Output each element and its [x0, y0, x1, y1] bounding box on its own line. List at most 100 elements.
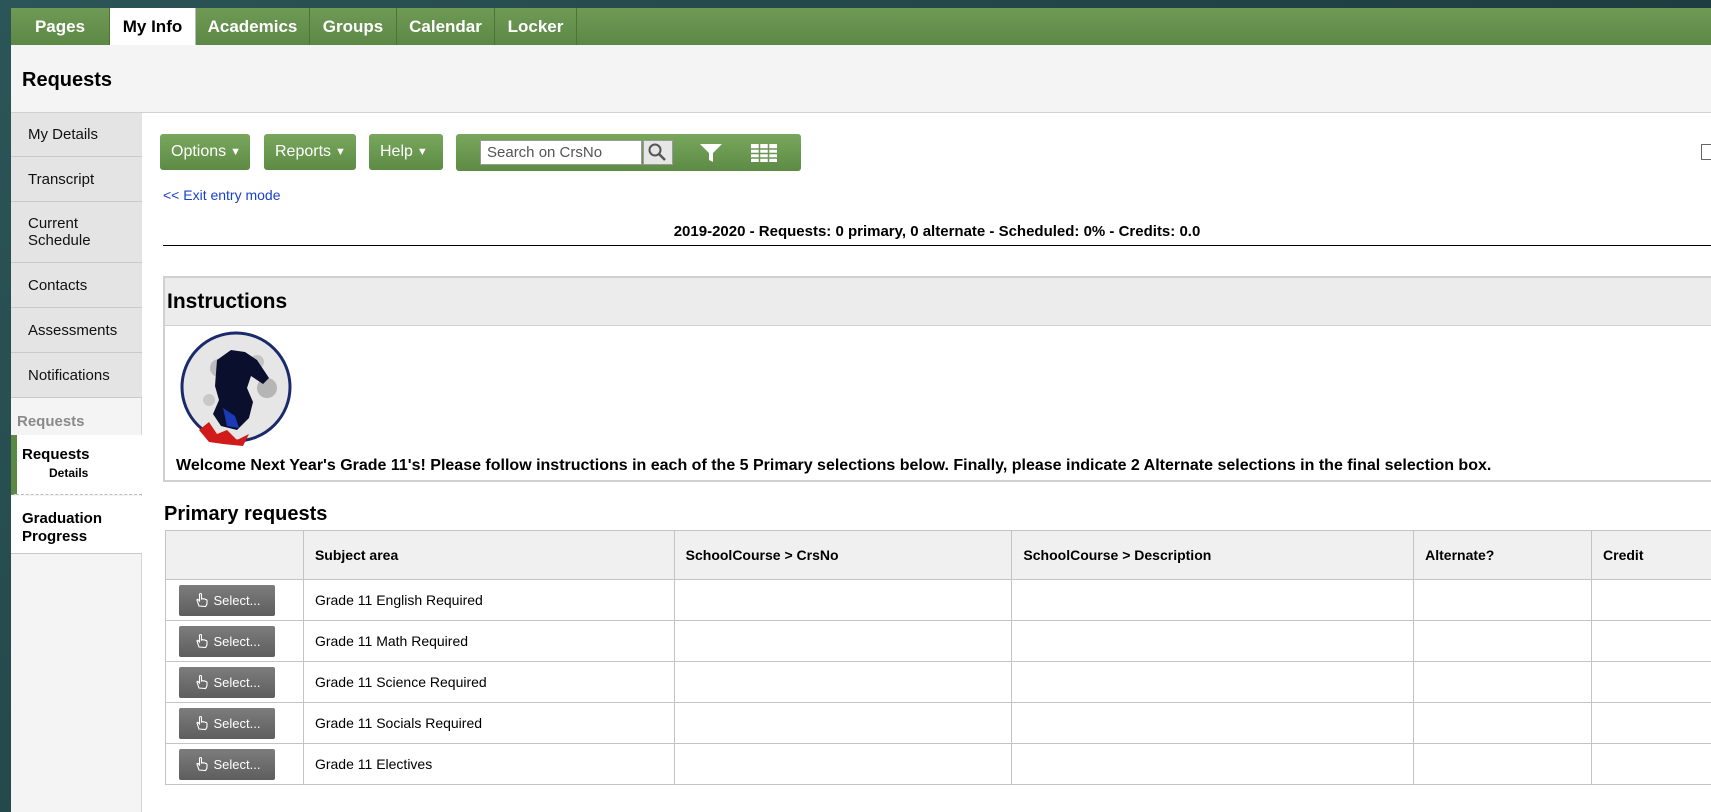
sidebar-item-notifications[interactable]: Notifications [11, 353, 142, 398]
select-button[interactable]: Select... [179, 748, 275, 780]
alternate-cell [1413, 579, 1593, 621]
sidebar-item-label: Requests [22, 446, 90, 463]
grid-icon [751, 144, 777, 162]
select-cell: Select... [165, 702, 304, 744]
sidebar-item-label: Assessments [28, 322, 118, 339]
filter-button[interactable] [696, 141, 726, 165]
column-header-credit[interactable]: Credit [1591, 530, 1711, 580]
tab-calendar[interactable]: Calendar [397, 8, 495, 45]
sidebar-item-transcript[interactable]: Transcript [11, 157, 142, 202]
options-label: Options [171, 143, 227, 160]
caret-down-icon: ▼ [230, 146, 242, 158]
select-cell: Select... [165, 661, 304, 703]
hand-pointer-icon [195, 715, 208, 730]
select-cell: Select... [165, 743, 304, 785]
alternate-cell [1413, 702, 1593, 744]
crsno-cell [673, 579, 1013, 621]
search-toolbar [456, 134, 801, 171]
reports-button[interactable]: Reports ▼ [264, 134, 356, 170]
table-header-row: Subject area SchoolCourse > CrsNo School… [165, 530, 1711, 580]
column-header-alternate[interactable]: Alternate? [1413, 530, 1593, 580]
filter-icon [700, 144, 722, 162]
help-button[interactable]: Help ▼ [369, 134, 443, 170]
sidebar-item-label: My Details [28, 126, 99, 143]
hand-pointer-icon [195, 633, 208, 648]
search-button[interactable] [643, 140, 673, 165]
select-button[interactable]: Select... [179, 666, 275, 698]
subject-area-cell: Grade 11 English Required [302, 579, 675, 621]
crsno-cell [673, 620, 1013, 662]
table-row: Select... Grade 11 Socials Required [165, 702, 1711, 744]
credit-cell [1591, 661, 1711, 703]
caret-down-icon: ▼ [416, 146, 428, 158]
column-header-crsno[interactable]: SchoolCourse > CrsNo [673, 530, 1013, 580]
table-row: Select... Grade 11 Math Required [165, 620, 1711, 662]
tab-groups[interactable]: Groups [310, 8, 397, 45]
caret-down-icon: ▼ [335, 146, 346, 158]
description-cell [1011, 620, 1415, 662]
description-cell [1011, 579, 1415, 621]
sidebar-item-my-details[interactable]: My Details [11, 113, 142, 157]
table-row: Select... Grade 11 English Required [165, 579, 1711, 621]
sidebar-item-label: Graduation Progress [22, 510, 103, 545]
welcome-message: Welcome Next Year's Grade 11's! Please f… [176, 457, 1492, 474]
tab-my-info[interactable]: My Info [110, 8, 196, 45]
tab-pages[interactable]: Pages [11, 8, 110, 45]
credit-cell [1591, 743, 1711, 785]
tab-locker[interactable]: Locker [495, 8, 577, 45]
crsno-cell [673, 743, 1013, 785]
subject-area-cell: Grade 11 Electives [302, 743, 675, 785]
help-label: Help [380, 143, 413, 160]
column-header-description[interactable]: SchoolCourse > Description [1011, 530, 1415, 580]
page-title: Requests [22, 69, 113, 91]
exit-entry-mode-link[interactable]: << Exit entry mode [163, 187, 281, 203]
search-input[interactable] [480, 140, 642, 165]
sidebar-item-current-schedule[interactable]: Current Schedule [11, 202, 142, 263]
select-cell: Select... [165, 579, 304, 621]
options-button[interactable]: Options ▼ [160, 134, 250, 170]
alternate-cell [1413, 743, 1593, 785]
crsno-cell [673, 661, 1013, 703]
hand-pointer-icon [195, 592, 208, 607]
page-header: Requests [11, 45, 1711, 113]
credit-cell [1591, 620, 1711, 662]
expand-icon[interactable] [1701, 144, 1711, 160]
select-label: Select... [213, 592, 261, 608]
school-logo [180, 331, 292, 446]
reports-label: Reports [275, 143, 332, 160]
select-label: Select... [213, 715, 261, 731]
alternate-cell [1413, 620, 1593, 662]
description-cell [1011, 702, 1415, 744]
select-button[interactable]: Select... [179, 625, 275, 657]
hand-pointer-icon [195, 756, 208, 771]
sidebar-item-label: Contacts [28, 277, 88, 294]
hand-pointer-icon [195, 674, 208, 689]
instructions-title: Instructions [167, 290, 288, 313]
sidebar-item-requests[interactable]: Requests Details [11, 435, 142, 495]
sidebar-item-assessments[interactable]: Assessments [11, 308, 142, 353]
subject-area-cell: Grade 11 Socials Required [302, 702, 675, 744]
sidebar-section-label: Requests [17, 413, 85, 430]
instructions-header: Instructions [165, 278, 1711, 326]
sidebar-item-graduation-progress[interactable]: Graduation Progress [11, 496, 142, 554]
sidebar-item-label: Current Schedule [28, 215, 91, 249]
select-button[interactable]: Select... [179, 707, 275, 739]
select-label: Select... [213, 633, 261, 649]
select-label: Select... [213, 674, 261, 690]
sidebar-item-contacts[interactable]: Contacts [11, 263, 142, 308]
alternate-cell [1413, 661, 1593, 703]
instructions-panel: Instructions Welcome Next Year's Grade 1… [163, 276, 1711, 482]
primary-requests-title: Primary requests [164, 503, 328, 525]
sidebar: My Details Transcript Current Schedule C… [11, 113, 142, 812]
subject-area-cell: Grade 11 Math Required [302, 620, 675, 662]
column-view-button[interactable] [749, 141, 779, 165]
select-button[interactable]: Select... [179, 584, 275, 616]
sidebar-subitem-details[interactable]: Details [49, 466, 88, 480]
select-cell: Select... [165, 620, 304, 662]
subject-area-cell: Grade 11 Science Required [302, 661, 675, 703]
app-window: Pages My Info Academics Groups Calendar … [11, 8, 1711, 812]
tab-academics[interactable]: Academics [196, 8, 310, 45]
top-nav-bar: Pages My Info Academics Groups Calendar … [11, 8, 1711, 45]
credit-cell [1591, 579, 1711, 621]
column-header-subject-area[interactable]: Subject area [302, 530, 675, 580]
